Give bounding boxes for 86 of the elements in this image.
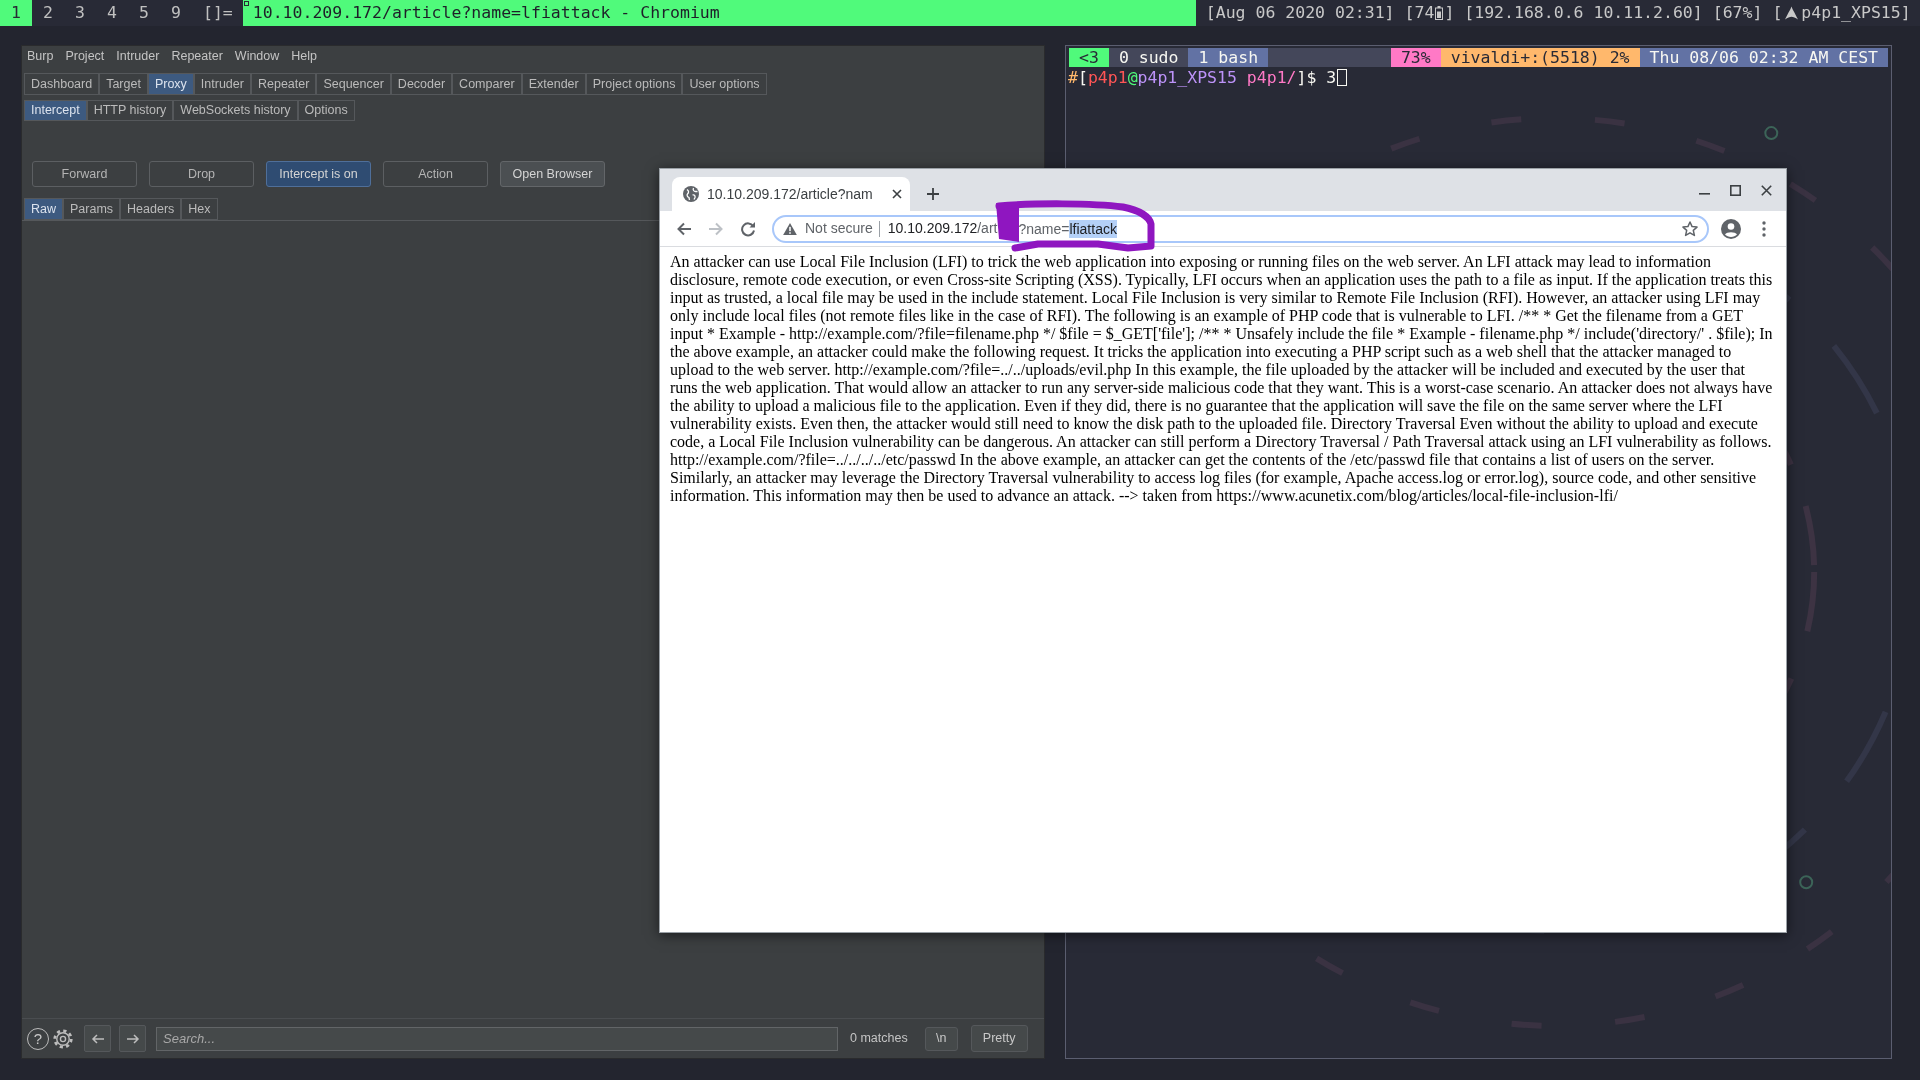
search-field[interactable]: Search...: [156, 1026, 838, 1051]
account-icon[interactable]: [1721, 218, 1741, 239]
tab[interactable]: Intercept: [24, 100, 87, 121]
globe-icon: [683, 186, 699, 202]
settings-icon[interactable]: [52, 1027, 74, 1050]
status-text: [: [1772, 2, 1783, 24]
tab[interactable]: Project options: [585, 73, 683, 95]
tab-title: 10.10.209.172/article?nam: [707, 184, 873, 204]
tab[interactable]: Proxy: [147, 73, 194, 95]
tab[interactable]: Decoder: [390, 73, 453, 95]
tab[interactable]: Params: [63, 198, 121, 220]
minimize-icon[interactable]: [1699, 193, 1710, 195]
tab[interactable]: HTTP history: [86, 100, 174, 121]
match-count: 0 matches: [850, 1030, 908, 1048]
warning-icon: [783, 222, 797, 235]
menu-item[interactable]: Burp: [27, 47, 54, 66]
url-path: /art: [977, 219, 998, 238]
workspace-tag[interactable]: 9: [160, 0, 192, 26]
status-segment: 1 bash: [1188, 48, 1269, 67]
back-icon[interactable]: [676, 220, 692, 237]
window-title: 10.10.209.172/article?name=lfiattack - Chromium: [252, 2, 720, 24]
status-text: [74: [1404, 2, 1435, 24]
tab[interactable]: Target: [99, 73, 148, 95]
tab[interactable]: Raw: [24, 198, 63, 220]
status-text: p4p1_XPS15]: [1801, 2, 1911, 24]
url-selected-text: lfiattack: [1069, 219, 1117, 238]
tab[interactable]: Comparer: [452, 73, 522, 95]
tab[interactable]: Extender: [521, 73, 586, 95]
arrow-right-icon: [125, 1031, 140, 1046]
prompt-text: @: [1127, 68, 1138, 87]
battery-icon: [1435, 6, 1444, 20]
prompt-text: p4p1_XPS15: [1137, 68, 1237, 87]
tab[interactable]: WebSockets history: [173, 100, 298, 121]
status-text: ]: [1444, 2, 1455, 24]
tab[interactable]: Sequencer: [316, 73, 391, 95]
workspace-tag[interactable]: 4: [96, 0, 128, 26]
workspace-tag[interactable]: 2: [32, 0, 64, 26]
star-icon[interactable]: [1682, 220, 1698, 237]
url-query: ?name=: [1018, 219, 1070, 238]
status-text: [192.168.0.6 10.11.2.60]: [1464, 2, 1703, 24]
reload-icon[interactable]: [740, 220, 756, 237]
tab[interactable]: Intruder: [193, 73, 251, 95]
arrow-left-icon: [90, 1031, 105, 1046]
text-cursor-icon: [1337, 69, 1348, 86]
maximize-icon[interactable]: [1730, 184, 1741, 196]
prompt-text: p4p1: [1087, 68, 1128, 87]
back-button[interactable]: [84, 1025, 111, 1052]
layout-symbol: []=: [203, 2, 233, 24]
action-button[interactable]: Open Browser: [500, 161, 605, 187]
prompt-text: #: [1068, 68, 1078, 87]
logo-icon: [1785, 6, 1799, 20]
workspace-tag[interactable]: 5: [128, 0, 160, 26]
menu-item[interactable]: Repeater: [171, 47, 223, 66]
tab[interactable]: Dashboard: [24, 73, 100, 95]
tab[interactable]: Repeater: [250, 73, 317, 95]
browser-tab[interactable]: 10.10.209.172/article?nam: [672, 177, 910, 211]
new-tab-icon[interactable]: [926, 187, 940, 201]
status-segment: vivaldi+:(5518) 2%: [1440, 48, 1640, 67]
view-option-button[interactable]: \n: [924, 1026, 958, 1051]
workspace-tag[interactable]: 1: [0, 0, 32, 26]
status-segment: <3: [1069, 48, 1109, 67]
menu-item[interactable]: Project: [65, 47, 105, 66]
prompt-text: [: [1077, 68, 1088, 87]
article-text: An attacker can use Local File Inclusion (LFI) to trick the web application into exposing or running files on the web server. An LFI attack may lead to information disclosure, remote code execution, or even Cross-site Scripting (XSS). Typically, LFI occurs when an application uses the path to a file as input. If the application treats this input as trusted, a local file may be used in the include statement. Local File Inclusion is very similar to Remote File Inclusion (RFI). However, an attacker using LFI may only include local files (not remote files like in the case of RFI). The following is an example of PHP code that is vulnerable to LFI. /** * Get the filename from a GET input * Example - http://example.com/?file=filename.php */ $file = $_GET['file']; /** * Unsafely include the file * Example - filename.php */ include('directory/' . $file); In the above example, an attacker could make the following request. It tricks the application into executing a PHP script such as a web shell that the attacker managed to upload to the web server. http://example.com/?file=../../uploads/evil.php In this example, the file uploaded by the attacker will be included and executed by the user that runs the web application. That would allow an attacker to run any server-side malicious code that they want. This is a worst-case scenario. An attacker does not always have the ability to upload a malicious file to the application. Even if they did, there is no guarantee that the application will save the file on the same server where the LFI vulnerability exists. Even then, the attacker would still need to know the disk path to the uploaded file. Directory Traversal Even without the ability to upload and execute code, a Local File Inclusion vulnerability can be dangerous. An attacker can still perform a Directory Traversal / Path Traversal attack using an LFI vulnerability as follows. http://example.com/?file=../../../../etc/passwd In the above example, an attacker can get the contents of the /etc/passwd file that contains a list of users on the server. Similarly, an attacker may leverage the Directory Traversal vulnerability to access log files (for example, Apache access.log or error.log), source code, and other sensitive information. This information may then be used to advance an attack. --> taken from https://www.acunetix.com/blog/articles/local-file-inclusion-lfi/: [670, 253, 1774, 505]
view-option-button[interactable]: Pretty: [970, 1025, 1028, 1052]
tab[interactable]: User options: [682, 73, 767, 95]
url-host: 10.10.209.172: [887, 219, 978, 238]
prompt-text: p4p1/: [1245, 68, 1297, 87]
security-label: Not secure: [805, 219, 873, 238]
tab[interactable]: Options: [297, 100, 355, 121]
menu-item[interactable]: Help: [291, 47, 318, 66]
workspace-tag[interactable]: 3: [64, 0, 96, 26]
close-icon[interactable]: [1761, 184, 1772, 196]
menu-item[interactable]: Intruder: [116, 47, 160, 66]
tab[interactable]: Hex: [181, 198, 218, 220]
status-text: [Aug 06 2020 02:31]: [1205, 2, 1395, 24]
prompt-text: ]$ 3: [1296, 68, 1337, 87]
forward-button[interactable]: [119, 1025, 146, 1052]
close-icon[interactable]: [892, 189, 902, 199]
status-segment: Thu 08/06 02:32 AM CEST: [1639, 48, 1888, 67]
status-segment: 73%: [1390, 48, 1441, 67]
menu-icon[interactable]: [1762, 220, 1766, 237]
action-button[interactable]: Intercept is on: [266, 161, 371, 187]
menu-item[interactable]: Window: [234, 47, 280, 66]
tab[interactable]: Headers: [120, 198, 182, 220]
status-text: [67%]: [1712, 2, 1763, 24]
